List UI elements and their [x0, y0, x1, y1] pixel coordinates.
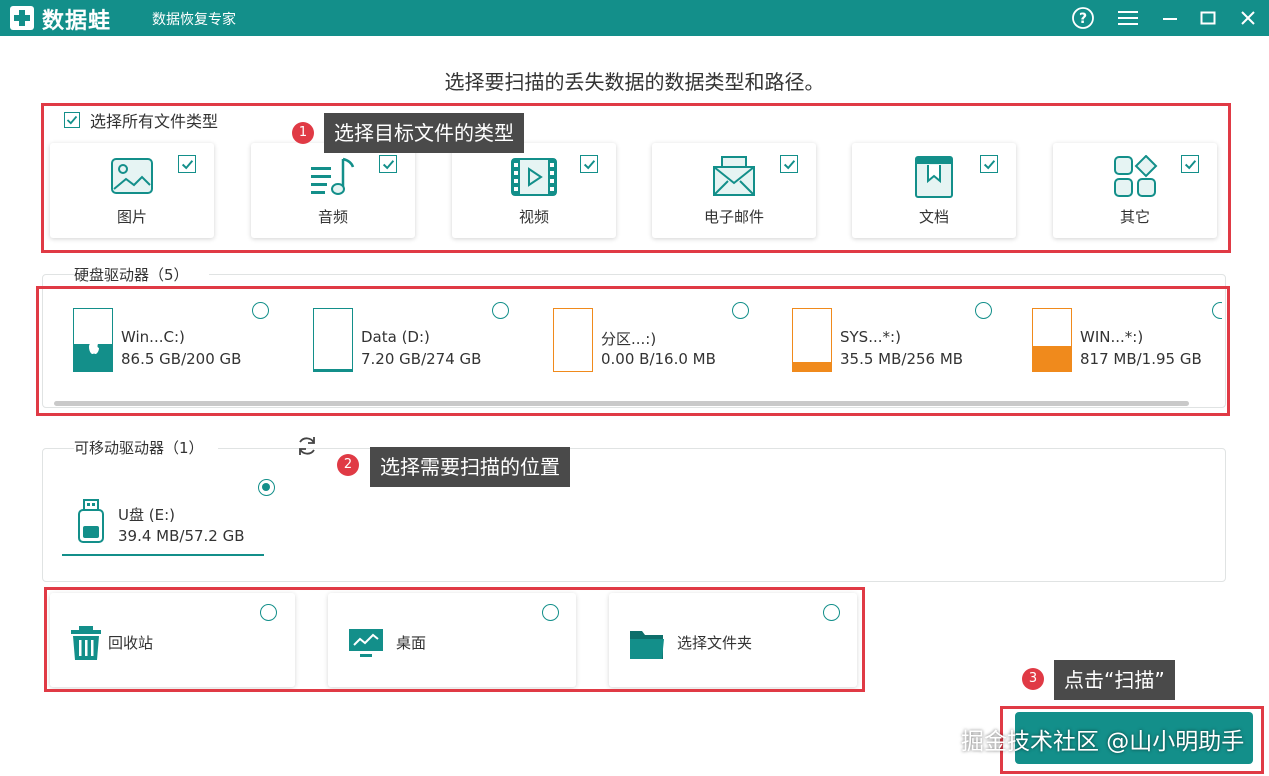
drive-item[interactable]: Data (D:) 7.20 GB/274 GB [313, 300, 513, 380]
hard-drive-icon [73, 308, 113, 372]
drive-name: SYS...*:) [840, 328, 901, 346]
title-bar: 数据蛙 数据恢复专家 ? [0, 0, 1269, 36]
drive-item[interactable]: WIN...*:) 817 MB/1.95 GB [1032, 300, 1212, 380]
app-subtitle: 数据恢复专家 [152, 12, 236, 28]
file-type-card-image[interactable]: 图片 [50, 143, 214, 238]
drive-item[interactable]: 分区...:) 0.00 B/16.0 MB [553, 300, 753, 380]
document-icon [915, 156, 953, 198]
refresh-icon[interactable] [295, 434, 319, 458]
drive-size: 86.5 GB/200 GB [121, 350, 242, 368]
file-type-label: 其它 [1119, 208, 1150, 226]
location-card-recycle-bin[interactable]: 回收站 [50, 593, 295, 687]
step-number-1: 1 [292, 122, 314, 144]
checkbox-checked-icon[interactable] [980, 155, 998, 173]
checkbox-checked-icon[interactable] [379, 155, 397, 173]
file-type-label: 音频 [317, 208, 348, 226]
usb-drive-name: U盘 (E:) [118, 506, 175, 524]
hard-drive-icon [1032, 308, 1072, 372]
drive-name: Data (D:) [361, 328, 430, 346]
maximize-icon[interactable] [1195, 5, 1221, 31]
usb-drive-item[interactable]: U盘 (E:) 39.4 MB/57.2 GB [62, 480, 264, 556]
drive-radio[interactable] [732, 302, 749, 319]
hard-drive-icon [553, 308, 593, 372]
drive-name: Win...C:) [121, 328, 185, 346]
drive-name: 分区...:) [601, 330, 657, 348]
location-radio[interactable] [260, 604, 277, 621]
file-type-label: 视频 [518, 208, 549, 226]
file-type-label: 电子邮件 [703, 208, 764, 226]
drive-radio[interactable] [1212, 302, 1222, 319]
file-type-card-email[interactable]: 电子邮件 [652, 143, 816, 238]
minimize-icon[interactable] [1157, 5, 1183, 31]
tooltip-step-3: 点击“扫描” [1054, 660, 1175, 700]
drive-item[interactable]: SYS...*:) 35.5 MB/256 MB [792, 300, 992, 380]
drive-name: WIN...*:) [1080, 328, 1144, 346]
close-icon[interactable] [1235, 5, 1261, 31]
menu-icon[interactable] [1115, 5, 1141, 31]
step-number-2: 2 [337, 454, 359, 476]
page-heading: 选择要扫描的丢失数据的数据类型和路径。 [444, 70, 825, 94]
location-card-choose-folder[interactable]: 选择文件夹 [609, 593, 857, 687]
svg-text:?: ? [1079, 11, 1087, 27]
help-icon[interactable]: ? [1070, 5, 1096, 31]
drive-radio[interactable] [975, 302, 992, 319]
tooltip-step-2: 选择需要扫描的位置 [370, 447, 570, 487]
select-all-label: 选择所有文件类型 [90, 112, 219, 131]
usb-drive-size: 39.4 MB/57.2 GB [118, 527, 245, 545]
checkbox-checked-icon[interactable] [780, 155, 798, 173]
file-type-label: 文档 [918, 208, 949, 226]
hard-drive-icon [792, 308, 832, 372]
usb-drive-radio[interactable] [258, 479, 275, 496]
drive-size: 7.20 GB/274 GB [361, 350, 482, 368]
usb-drive-icon [78, 499, 104, 543]
drive-size: 0.00 B/16.0 MB [601, 350, 716, 368]
tooltip-step-1: 选择目标文件的类型 [324, 113, 524, 153]
location-label: 选择文件夹 [677, 634, 753, 652]
drive-item[interactable]: Win...C:) 86.5 GB/200 GB [73, 300, 273, 380]
checkbox-checked-icon [64, 112, 80, 128]
folder-icon [630, 631, 664, 659]
drive-size: 817 MB/1.95 GB [1080, 350, 1202, 368]
watermark: 掘金技术社区 @山小明助手 [961, 729, 1245, 755]
music-icon [311, 157, 355, 195]
app-window: 数据蛙 数据恢复专家 ? 选择要扫描的丢失数据的数据类型和路径。 选择所有文件类… [0, 0, 1269, 776]
logo-icon [10, 6, 34, 30]
removable-drives-title: 可移动驱动器（1） [74, 437, 218, 458]
video-icon [511, 158, 557, 196]
checkbox-checked-icon[interactable] [1181, 155, 1199, 173]
file-type-card-document[interactable]: 文档 [852, 143, 1016, 238]
checkbox-checked-icon[interactable] [580, 155, 598, 173]
drive-radio[interactable] [252, 302, 269, 319]
desktop-icon [349, 629, 383, 657]
email-icon [713, 156, 755, 196]
location-radio[interactable] [542, 604, 559, 621]
horizontal-scrollbar[interactable] [54, 401, 1189, 406]
recycle-bin-icon [71, 626, 101, 660]
location-label: 桌面 [396, 634, 427, 652]
select-all-checkbox[interactable]: 选择所有文件类型 [64, 108, 218, 132]
image-icon [111, 158, 153, 194]
hard-drive-icon [313, 308, 353, 372]
file-type-label: 图片 [116, 208, 147, 226]
location-radio[interactable] [823, 604, 840, 621]
logo-text: 数据蛙 [42, 9, 112, 34]
checkbox-checked-icon[interactable] [178, 155, 196, 173]
file-type-card-audio[interactable]: 音频 [251, 143, 415, 238]
location-card-desktop[interactable]: 桌面 [328, 593, 576, 687]
file-type-card-other[interactable]: 其它 [1053, 143, 1217, 238]
hard-drives-title: 硬盘驱动器（5） [74, 264, 209, 285]
drive-radio[interactable] [492, 302, 509, 319]
location-label: 回收站 [108, 634, 154, 652]
step-number-3: 3 [1022, 668, 1044, 690]
file-type-card-video[interactable]: 视频 [452, 143, 616, 238]
drive-radio-clip [1212, 300, 1222, 322]
drive-size: 35.5 MB/256 MB [840, 350, 964, 368]
other-icon [1114, 155, 1158, 197]
apple-logo-icon [89, 340, 99, 354]
